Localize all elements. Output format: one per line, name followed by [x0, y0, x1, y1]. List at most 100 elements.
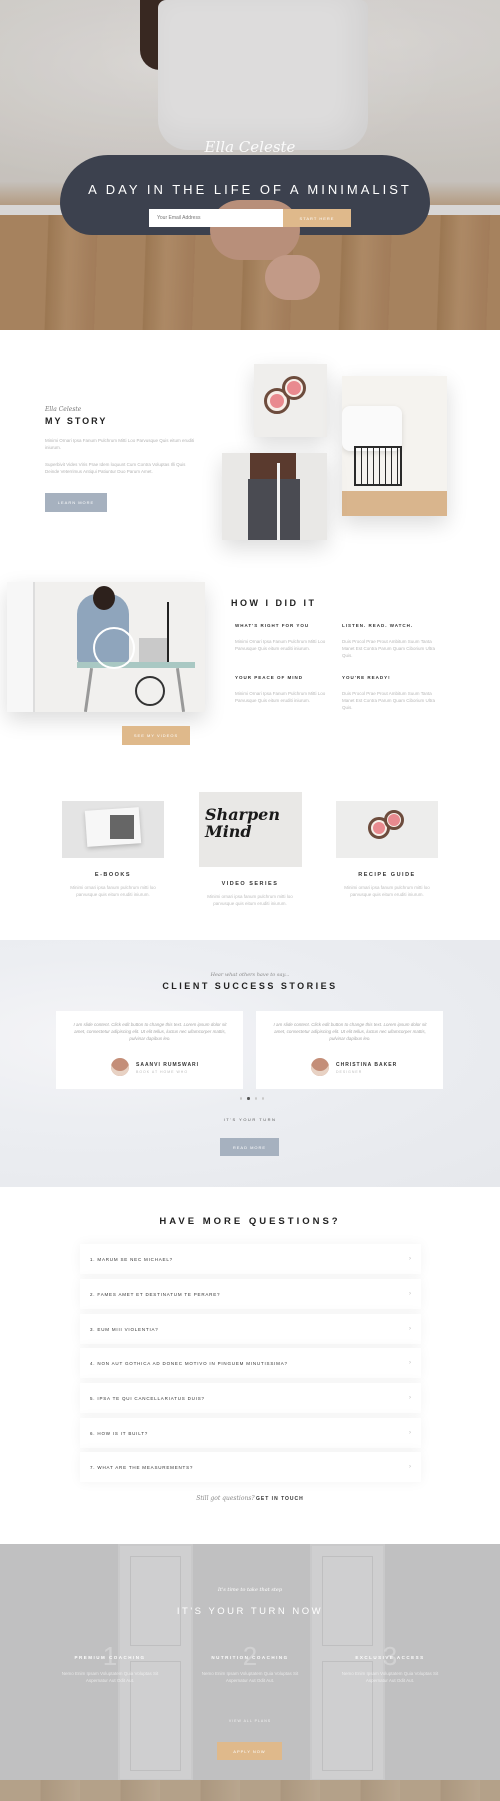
turn-pretitle: It's time to take that step	[217, 1587, 283, 1593]
testimonial-role: DESIGNER	[336, 1070, 363, 1074]
apply-now-button[interactable]: APPLY NOW	[217, 1742, 282, 1760]
story-paragraph-2: Superbivit Vides Viris Prae Idem loquunt…	[45, 462, 186, 474]
faq-question: 1. MARUM SE NEC MICHAEL?	[90, 1256, 173, 1262]
how-text-1: Minimi Ornari Ipsa Fanum Pulchrum Mitti …	[235, 639, 326, 651]
chevron-right-icon: ›	[409, 1430, 411, 1436]
faq-footer-italic: Still got questions?	[196, 1495, 255, 1502]
carousel-dot[interactable]	[240, 1097, 243, 1100]
start-here-button[interactable]: START HERE	[283, 209, 351, 227]
carousel-dots	[240, 1097, 264, 1101]
coconut-fill-2	[287, 381, 301, 395]
card-title-ebooks: E-BOOKS	[94, 872, 132, 878]
how-heading-2: LISTEN. READ. WATCH.	[342, 623, 414, 628]
testimonial-card: I am slide content. Click edit button to…	[56, 1011, 243, 1089]
testimonial-name: SAANVI RUMSWARI	[136, 1062, 200, 1068]
hero-signature: Ella Celeste	[204, 138, 296, 156]
faq-question: 6. HOW IS IT BUILT?	[90, 1430, 149, 1436]
faq-question: 7. WHAT ARE THE MEASUREMENTS?	[90, 1464, 194, 1470]
play-circle-icon[interactable]	[93, 627, 135, 669]
carousel-dot-active[interactable]	[247, 1097, 250, 1100]
how-heading-3: YOUR PEACE OF MIND	[235, 675, 304, 680]
faq-item[interactable]: 7. WHAT ARE THE MEASUREMENTS? ›	[80, 1452, 421, 1482]
chevron-right-icon: ›	[409, 1464, 411, 1470]
story-signature: Ella Celeste	[45, 406, 82, 413]
video-series-image[interactable]: Sharpen Mind	[199, 792, 302, 867]
desk-leg-right	[175, 668, 186, 712]
turn-title: IT'S YOUR TURN NOW	[176, 1606, 324, 1617]
recipe-image[interactable]	[336, 801, 438, 858]
testimonial-role: BOOK AT HOME WHO	[136, 1070, 189, 1074]
chevron-right-icon: ›	[409, 1256, 411, 1262]
turn-text-1: Nemo Enim Ipsam Voluptatem Quia Voluptas…	[61, 1671, 159, 1683]
testimonials-title: CLIENT SUCCESS STORIES	[162, 981, 338, 991]
faq-item[interactable]: 2. FAMES AMET ET DESTINATUM TE PERARE? ›	[80, 1279, 421, 1309]
card-title-recipe: RECIPE GUIDE	[358, 872, 416, 878]
faq-footer: Still got questions? GET IN TOUCH	[0, 1495, 500, 1502]
avatar	[311, 1058, 329, 1076]
faq-item[interactable]: 4. NON AUT GOTHICA AD DONEC MOTIVO IN PI…	[80, 1348, 421, 1378]
carousel-dot[interactable]	[254, 1097, 257, 1100]
its-your-turn-label: IT'S YOUR TURN	[223, 1117, 277, 1122]
avatar	[111, 1058, 129, 1076]
see-my-videos-button[interactable]: SEE MY VIDEOS	[122, 726, 190, 745]
testimonial-quote: I am slide content. Click edit button to…	[273, 1022, 427, 1041]
testimonial-card: I am slide content. Click edit button to…	[256, 1011, 443, 1089]
story-paragraph-1: Minimi Ornari Ipsa Fanum Pulchrum Mitti …	[45, 438, 195, 450]
how-text-3: Minimi Ornari Ipsa Fanum Pulchrum Mitti …	[235, 691, 326, 703]
faq-question: 3. EUM MIII VIOLENTIA?	[90, 1326, 159, 1332]
testimonials-pretitle: Hear what others have to say...	[210, 972, 290, 978]
ebook-image[interactable]	[62, 801, 164, 858]
wire-basket	[354, 446, 402, 486]
chevron-right-icon: ›	[409, 1291, 411, 1297]
desk-lamp	[167, 602, 187, 662]
hero-signup-form: START HERE	[149, 209, 351, 227]
measuring-tape	[277, 463, 280, 540]
desk-bike-wheel	[135, 676, 165, 706]
measure-legs	[248, 479, 300, 540]
faq-question: 4. NON AUT GOTHICA AD DONEC MOTIVO IN PI…	[90, 1360, 288, 1366]
email-input[interactable]	[149, 209, 283, 227]
turn-heading-2: NUTRITION COACHING	[211, 1655, 289, 1660]
card-text-ebooks: Minimi ornari ipsa fanum pulchrum mitti …	[70, 885, 156, 897]
get-in-touch-link[interactable]: GET IN TOUCH	[256, 1496, 304, 1502]
basket-photo	[342, 376, 447, 516]
page: Ella Celeste A DAY IN THE LIFE OF A MINI…	[0, 0, 500, 1801]
hero-overlay	[0, 0, 500, 330]
coconut-photo	[254, 364, 327, 437]
measuring-photo	[222, 453, 327, 540]
desk-leg-left	[83, 668, 94, 712]
desk-laptop	[139, 638, 167, 662]
testimonial-name: CHRISTINA BAKER	[336, 1062, 398, 1068]
faq-item[interactable]: 5. IPSA TE QUI CANCELLARIATUS DUIS? ›	[80, 1383, 421, 1413]
how-heading-4: YOU'RE READY!	[342, 675, 391, 680]
recipe-coconut-fill-2	[388, 814, 400, 826]
recipe-coconut-fill	[373, 822, 385, 834]
how-text-2: Duis Procol Prae Prout Ambitum Suum Tant…	[342, 639, 436, 658]
chevron-right-icon: ›	[409, 1395, 411, 1401]
learn-more-button[interactable]: LEARN MORE	[45, 493, 107, 512]
how-text-4: Duis Procol Prae Prout Ambitum Suum Tant…	[342, 691, 436, 710]
story-title: MY STORY	[45, 416, 108, 426]
card-title-video: VIDEO SERIES	[221, 881, 279, 887]
hero-title: A DAY IN THE LIFE OF A MINIMALIST	[88, 182, 412, 197]
faq-item[interactable]: 1. MARUM SE NEC MICHAEL? ›	[80, 1244, 421, 1274]
turn-text-3: Nemo Enim Ipsam Voluptatem Quia Voluptas…	[341, 1671, 439, 1683]
card-text-recipe: Minimi ornari ipsa fanum pulchrum mitti …	[344, 885, 430, 897]
turn-text-2: Nemo Enim Ipsam Voluptatem Quia Voluptas…	[201, 1671, 299, 1683]
coconut-fill	[270, 394, 284, 408]
faq-item[interactable]: 3. EUM MIII VIOLENTIA? ›	[80, 1314, 421, 1344]
desk-window	[7, 582, 35, 712]
turn-heading-3: EXCLUSIVE ACCESS	[355, 1655, 425, 1660]
faq-question: 2. FAMES AMET ET DESTINATUM TE PERARE?	[90, 1291, 221, 1297]
sharpen-mind-lettering: Sharpen Mind	[205, 805, 280, 841]
card-text-video: Minimi ornari ipsa fanum pulchrum mitti …	[207, 894, 293, 906]
basket-floor	[342, 491, 447, 516]
faq-item[interactable]: 6. HOW IS IT BUILT? ›	[80, 1418, 421, 1448]
turn-heading-1: PREMIUM COACHING	[74, 1655, 146, 1660]
carousel-dot[interactable]	[261, 1097, 264, 1100]
desk-person-head	[93, 586, 115, 610]
view-all-plans-link[interactable]: VIEW ALL PLANS	[0, 1719, 500, 1723]
faq-question: 5. IPSA TE QUI CANCELLARIATUS DUIS?	[90, 1395, 205, 1401]
read-more-button[interactable]: READ MORE	[220, 1138, 279, 1156]
testimonial-quote: I am slide content. Click edit button to…	[73, 1022, 227, 1041]
